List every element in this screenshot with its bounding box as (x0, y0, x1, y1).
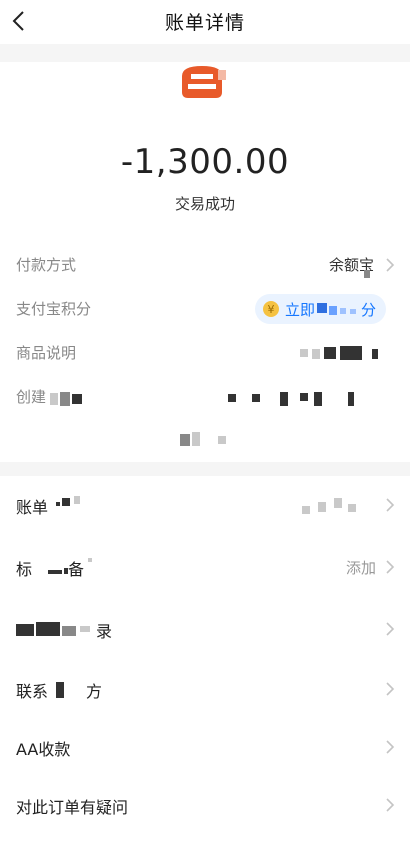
tags-label: 标 (16, 560, 33, 579)
redacted-block (56, 502, 60, 506)
redacted-block (80, 626, 90, 632)
redacted-block (36, 622, 60, 636)
points-label: 支付宝积分 (16, 300, 92, 318)
redacted-block (62, 498, 70, 506)
notes-label: 备 (68, 560, 85, 579)
redacted-block (74, 496, 80, 504)
redacted-block (50, 393, 58, 405)
redacted-block (88, 558, 92, 562)
order-question-label: 对此订单有疑问 (16, 798, 129, 817)
contact-label: 联系 (16, 682, 49, 701)
redacted-block (280, 392, 288, 406)
product-description-label: 商品说明 (16, 344, 77, 362)
product-description-row: 商品说明 (0, 338, 410, 368)
order-question-item[interactable]: 对此订单有疑问 (0, 776, 410, 834)
redacted-block (192, 432, 200, 446)
actions-card: 账单 标 备 添加 录 联系 方 AA收款 对此订单有疑问 (0, 476, 410, 856)
transaction-summary-card: -1,300.00 交易成功 付款方式 余额宝 支付宝积分 ¥ 立即 分 商品说… (0, 62, 410, 462)
aa-collect-label: AA收款 (16, 740, 71, 759)
points-suffix: 分 (360, 300, 376, 319)
chevron-right-icon (386, 740, 395, 754)
redacted-block (300, 393, 308, 401)
contact-payee-item[interactable]: 联系 方 (0, 660, 410, 718)
redacted-block (300, 349, 308, 357)
chevron-right-icon (386, 258, 395, 272)
aa-collect-item[interactable]: AA收款 (0, 718, 410, 776)
redacted-block (72, 394, 82, 404)
bill-category-item[interactable]: 账单 (0, 476, 410, 534)
chevron-right-icon (386, 498, 395, 512)
transaction-status: 交易成功 (174, 195, 235, 213)
payment-method-row[interactable]: 付款方式 余额宝 (0, 250, 410, 280)
redacted-block (314, 392, 322, 406)
coin-icon: ¥ (262, 301, 279, 317)
redacted-block (348, 504, 356, 512)
redacted-block (364, 270, 370, 278)
chevron-right-icon (386, 798, 395, 812)
redacted-block (252, 394, 260, 402)
add-tags-value: 添加 (345, 559, 376, 577)
redacted-block (56, 682, 64, 698)
redacted-block (302, 506, 310, 514)
chevron-right-icon (386, 560, 395, 574)
created-time-label: 创建 (16, 388, 47, 406)
created-time-row: 创建 (0, 382, 410, 412)
payee-label: 方 (86, 682, 103, 701)
transaction-amount: -1,300.00 (120, 142, 290, 182)
redacted-block (218, 436, 226, 444)
redacted-block (62, 626, 76, 636)
redacted-block (60, 392, 70, 406)
payment-method-label: 付款方式 (16, 256, 77, 274)
redacted-block (312, 349, 320, 359)
redacted-block (372, 349, 378, 359)
redacted-block (324, 347, 336, 359)
points-claim-button[interactable]: ¥ 立即 分 (254, 294, 386, 324)
points-row: 支付宝积分 ¥ 立即 分 (0, 294, 410, 324)
redacted-block (48, 570, 62, 574)
nav-bar: 账单详情 (0, 0, 410, 44)
created-time-continuation (0, 424, 410, 454)
page-title: 账单详情 (164, 12, 245, 34)
redacted-block (180, 434, 190, 446)
bill-category-label: 账单 (16, 498, 49, 517)
chevron-right-icon (386, 622, 395, 636)
redacted-points-value (315, 300, 361, 318)
points-action-label: 立即 (284, 300, 315, 319)
merchant-logo-icon (176, 62, 228, 102)
tags-and-notes-item[interactable]: 标 备 添加 (0, 538, 410, 596)
redacted-block (16, 624, 34, 636)
redacted-block (334, 498, 342, 508)
redacted-block (340, 346, 362, 360)
related-records-item[interactable]: 录 (0, 600, 410, 658)
redacted-block (318, 502, 326, 512)
redacted-block (348, 392, 354, 406)
redacted-block (228, 394, 236, 402)
chevron-right-icon (386, 682, 395, 696)
records-label: 录 (96, 622, 113, 641)
